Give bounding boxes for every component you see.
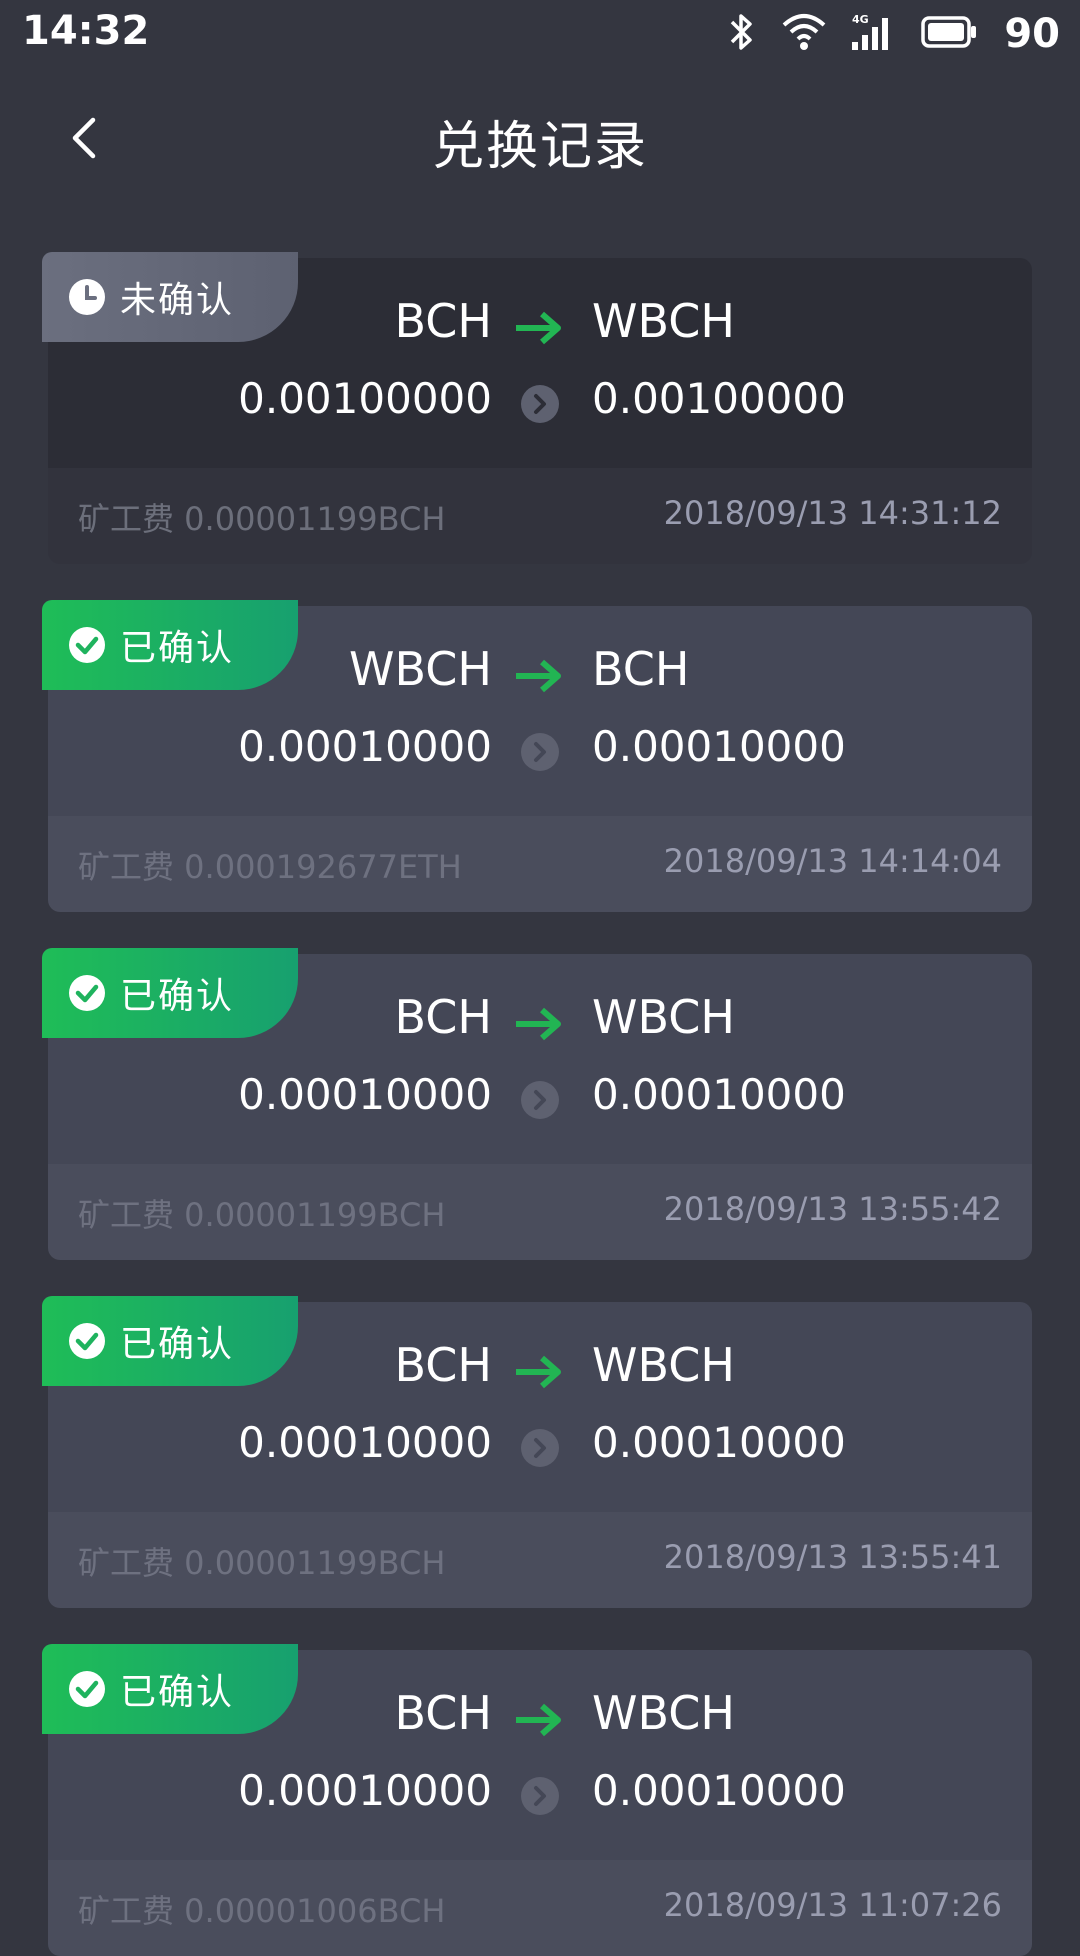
record-card[interactable]: WBCH BCH 0.00010000 0.00010000 矿工费 0.000… bbox=[42, 600, 1032, 912]
status-label: 已确认 bbox=[120, 1324, 235, 1365]
record-card[interactable]: BCH WBCH 0.00010000 0.00010000 矿工费 0.000… bbox=[42, 1644, 1032, 1956]
record-footer: 矿工费 0.00001006BCH 2018/09/13 11:07:26 bbox=[48, 1860, 1032, 1956]
to-amount: 0.00010000 bbox=[592, 1418, 846, 1467]
check-circle-icon bbox=[69, 975, 105, 1011]
arrow-right-icon bbox=[516, 1355, 561, 1389]
status-badge: 未确认 bbox=[42, 252, 298, 342]
status-label: 已确认 bbox=[120, 1672, 235, 1713]
to-amount: 0.00010000 bbox=[592, 722, 846, 771]
from-amount: 0.00100000 bbox=[238, 374, 492, 423]
miner-fee: 矿工费 0.00001199BCH bbox=[78, 1544, 446, 1582]
status-badge: 已确认 bbox=[42, 1644, 298, 1734]
from-amount: 0.00010000 bbox=[238, 722, 492, 771]
record-footer: 矿工费 0.00001199BCH 2018/09/13 13:55:41 bbox=[48, 1512, 1032, 1608]
chevron-circle-icon bbox=[521, 1777, 559, 1815]
status-badge: 已确认 bbox=[42, 600, 298, 690]
record-card[interactable]: BCH WBCH 0.00010000 0.00010000 矿工费 0.000… bbox=[42, 948, 1032, 1260]
record-card[interactable]: BCH WBCH 0.00010000 0.00010000 矿工费 0.000… bbox=[42, 1296, 1032, 1608]
check-circle-icon bbox=[69, 1323, 105, 1359]
record-footer: 矿工费 0.00001199BCH 2018/09/13 14:31:12 bbox=[48, 468, 1032, 564]
battery-level: 90 bbox=[1004, 11, 1060, 57]
status-label: 未确认 bbox=[120, 280, 235, 321]
from-coin: BCH bbox=[394, 1338, 492, 1392]
status-badge: 已确认 bbox=[42, 948, 298, 1038]
to-coin: WBCH bbox=[592, 990, 735, 1044]
check-circle-icon bbox=[69, 627, 105, 663]
status-badge: 已确认 bbox=[42, 1296, 298, 1386]
wifi-icon bbox=[782, 13, 826, 55]
from-coin: BCH bbox=[394, 1686, 492, 1740]
nav-bar: 兑换记录 bbox=[0, 80, 1080, 200]
chevron-circle-icon bbox=[521, 1429, 559, 1467]
chevron-circle-icon bbox=[521, 1081, 559, 1119]
amounts: 0.00010000 0.00010000 bbox=[48, 1418, 1032, 1488]
arrow-right-icon bbox=[516, 311, 561, 345]
battery-icon bbox=[920, 15, 978, 53]
amounts: 0.00010000 0.00010000 bbox=[48, 1766, 1032, 1836]
amounts: 0.00010000 0.00010000 bbox=[48, 1070, 1032, 1140]
amounts: 0.00100000 0.00100000 bbox=[48, 374, 1032, 444]
to-amount: 0.00100000 bbox=[592, 374, 846, 423]
from-coin: WBCH bbox=[349, 642, 492, 696]
from-amount: 0.00010000 bbox=[238, 1418, 492, 1467]
check-circle-icon bbox=[69, 1671, 105, 1707]
status-bar: 14:32 4G 90 bbox=[0, 0, 1080, 68]
status-time: 14:32 bbox=[22, 8, 150, 54]
arrow-right-icon bbox=[516, 1703, 561, 1737]
status-icons: 4G 90 bbox=[728, 10, 1060, 58]
record-footer: 矿工费 0.00001199BCH 2018/09/13 13:55:42 bbox=[48, 1164, 1032, 1260]
record-footer: 矿工费 0.000192677ETH 2018/09/13 14:14:04 bbox=[48, 816, 1032, 912]
from-coin: BCH bbox=[394, 990, 492, 1044]
to-coin: BCH bbox=[592, 642, 690, 696]
miner-fee: 矿工费 0.000192677ETH bbox=[78, 848, 462, 886]
page-title: 兑换记录 bbox=[431, 117, 648, 177]
arrow-right-icon bbox=[516, 659, 561, 693]
miner-fee: 矿工费 0.00001006BCH bbox=[78, 1892, 446, 1930]
status-label: 已确认 bbox=[120, 976, 235, 1017]
signal-icon: 4G bbox=[852, 12, 894, 56]
to-coin: WBCH bbox=[592, 1686, 735, 1740]
network-label: 4G bbox=[852, 13, 869, 26]
arrow-right-icon bbox=[516, 1007, 561, 1041]
to-coin: WBCH bbox=[592, 294, 735, 348]
clock-icon bbox=[69, 279, 105, 315]
miner-fee: 矿工费 0.00001199BCH bbox=[78, 500, 446, 538]
from-coin: BCH bbox=[394, 294, 492, 348]
to-amount: 0.00010000 bbox=[592, 1070, 846, 1119]
record-card[interactable]: BCH WBCH 0.00100000 0.00100000 矿工费 0.000… bbox=[42, 252, 1032, 564]
record-time: 2018/09/13 14:31:12 bbox=[663, 494, 1002, 532]
to-amount: 0.00010000 bbox=[592, 1766, 846, 1815]
record-time: 2018/09/13 14:14:04 bbox=[663, 842, 1002, 880]
chevron-circle-icon bbox=[521, 385, 559, 423]
record-time: 2018/09/13 13:55:41 bbox=[663, 1538, 1002, 1576]
record-time: 2018/09/13 11:07:26 bbox=[663, 1886, 1002, 1924]
miner-fee: 矿工费 0.00001199BCH bbox=[78, 1196, 446, 1234]
from-amount: 0.00010000 bbox=[238, 1766, 492, 1815]
to-coin: WBCH bbox=[592, 1338, 735, 1392]
from-amount: 0.00010000 bbox=[238, 1070, 492, 1119]
amounts: 0.00010000 0.00010000 bbox=[48, 722, 1032, 792]
status-label: 已确认 bbox=[120, 628, 235, 669]
record-time: 2018/09/13 13:55:42 bbox=[663, 1190, 1002, 1228]
bluetooth-icon bbox=[728, 12, 756, 56]
chevron-circle-icon bbox=[521, 733, 559, 771]
